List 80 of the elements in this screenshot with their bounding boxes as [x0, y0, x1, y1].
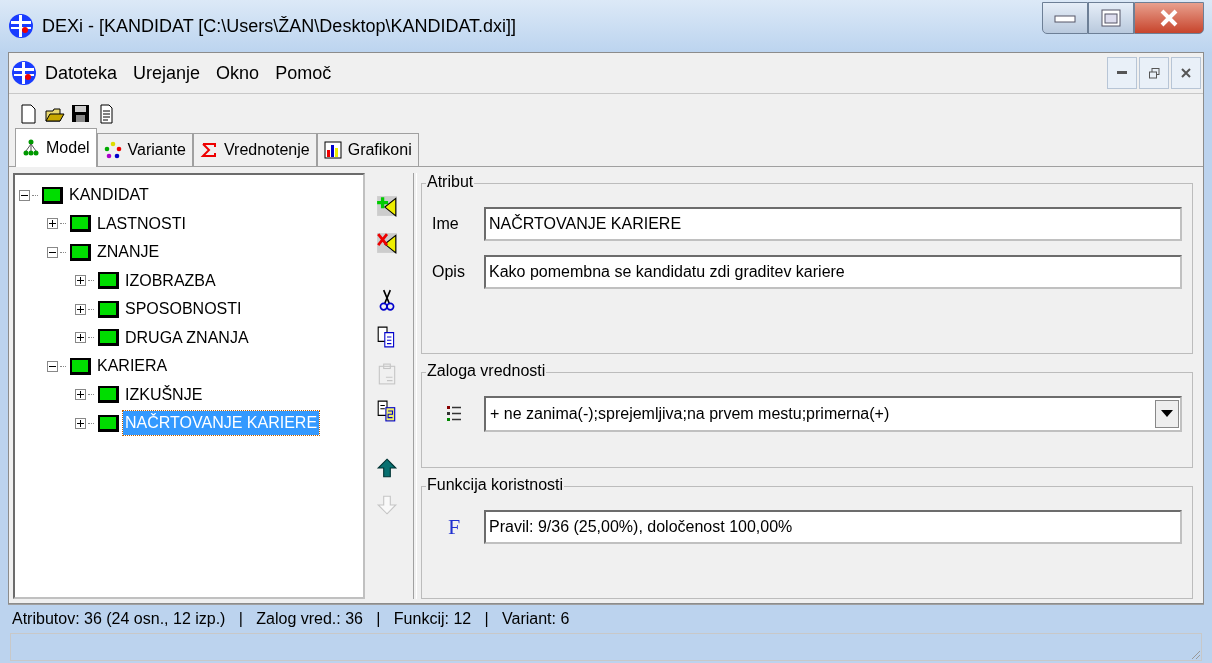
maximize-icon [1101, 9, 1121, 27]
node-icon [42, 186, 63, 204]
node-icon [98, 272, 119, 290]
list-icon [446, 405, 462, 423]
menu-item[interactable]: Datoteka [37, 62, 126, 84]
node-icon [98, 329, 119, 347]
save-icon[interactable] [71, 104, 91, 124]
name-field[interactable]: NAČRTOVANJE KARIERE [484, 207, 1182, 241]
menu-item[interactable]: Urejanje [125, 62, 209, 84]
dots-icon [103, 141, 122, 159]
tree-item[interactable]: KARIERA [95, 354, 170, 379]
plus-icon [49, 220, 56, 228]
tab[interactable]: Variante [96, 133, 193, 166]
tree-icon [22, 139, 40, 157]
dropdown-button[interactable] [1155, 400, 1179, 428]
tree-item[interactable]: IZOBRAZBA [123, 268, 218, 293]
minimize-button[interactable] [1107, 57, 1137, 89]
delete-node-icon[interactable] [376, 232, 398, 254]
node-icon [70, 357, 91, 375]
group-title: Zaloga vrednosti [426, 362, 547, 380]
node-icon [70, 243, 91, 261]
plus-icon [77, 391, 84, 399]
expand-toggle[interactable] [75, 389, 86, 401]
plus-icon [77, 305, 84, 313]
bar-chart-icon [323, 141, 342, 159]
function-icon: F [432, 514, 476, 540]
collapse-toggle[interactable] [47, 246, 58, 258]
expand-toggle[interactable] [75, 303, 86, 315]
restore-button[interactable] [1139, 57, 1169, 89]
tab[interactable]: Vrednotenje [193, 133, 317, 166]
app-logo-icon [8, 13, 34, 39]
tab[interactable]: Model [15, 128, 97, 167]
expand-toggle[interactable] [47, 218, 58, 230]
description-field[interactable]: Kako pomembna se kandidatu zdi graditev kariere [484, 255, 1182, 289]
tree-item[interactable]: KANDIDAT [67, 183, 151, 208]
restore-icon [1148, 67, 1160, 79]
resize-grip-icon[interactable] [1189, 648, 1201, 660]
sigma-icon [200, 141, 218, 159]
node-icon [70, 215, 91, 233]
close-icon [1181, 68, 1191, 78]
window-title: DEXi - [KANDIDAT [C:\Users\ŽAN\Desktop\KANDIDAT.dxi]] [42, 15, 518, 37]
expand-toggle[interactable] [75, 332, 86, 344]
node-icon [98, 386, 119, 404]
collapse-toggle[interactable] [47, 360, 58, 372]
node-icon [98, 300, 119, 318]
field-label: Opis [432, 263, 466, 281]
maximize-button[interactable] [1088, 2, 1134, 34]
close-icon [1159, 9, 1179, 27]
menu-item[interactable]: Okno [208, 62, 268, 84]
dropdown-value: + ne zanima(-);sprejemljiva;na prvem mestu;primerna(+) [490, 405, 891, 423]
minimize-icon [1117, 71, 1127, 75]
status-text: Atributov: 36 (24 osn., 12 izp.) | Zalog vred.: 36 | Funkcij: 12 | Variant: 6 [12, 610, 570, 628]
minimize-button[interactable] [1042, 2, 1088, 34]
tree-item[interactable]: LASTNOSTI [95, 211, 188, 236]
arrow-up-icon[interactable] [376, 457, 398, 479]
expand-toggle[interactable] [75, 275, 86, 287]
tab[interactable]: Grafikoni [316, 133, 419, 166]
tree-item[interactable]: ZNANJE [95, 240, 162, 265]
app-logo-icon [11, 60, 37, 86]
group-title: Funkcija koristnosti [426, 476, 565, 494]
tree-item[interactable]: SPOSOBNOSTI [123, 297, 244, 322]
duplicate-icon[interactable] [376, 400, 398, 422]
close-button[interactable] [1134, 2, 1204, 34]
collapse-toggle[interactable] [19, 189, 30, 201]
tree-item[interactable]: DRUGA ZNANJA [123, 325, 251, 350]
new-file-icon[interactable] [19, 104, 39, 124]
plus-icon [77, 419, 84, 427]
function-field[interactable]: Pravil: 9/36 (25,00%), določenost 100,00% [484, 510, 1182, 544]
plus-icon [77, 334, 84, 342]
minimize-icon [1054, 13, 1076, 23]
plus-icon [77, 277, 84, 285]
menu-item[interactable]: Pomoč [267, 62, 340, 84]
caret-icon [1161, 410, 1173, 418]
close-button[interactable] [1171, 57, 1201, 89]
scale-dropdown[interactable]: + ne zanima(-);sprejemljiva;na prvem mestu;primerna(+) [484, 396, 1182, 432]
field-label: Ime [432, 215, 460, 233]
tree-item[interactable]: IZKUŠNJE [123, 382, 205, 407]
expand-toggle[interactable] [75, 417, 86, 429]
node-icon [98, 414, 119, 432]
add-node-icon[interactable] [376, 195, 398, 217]
